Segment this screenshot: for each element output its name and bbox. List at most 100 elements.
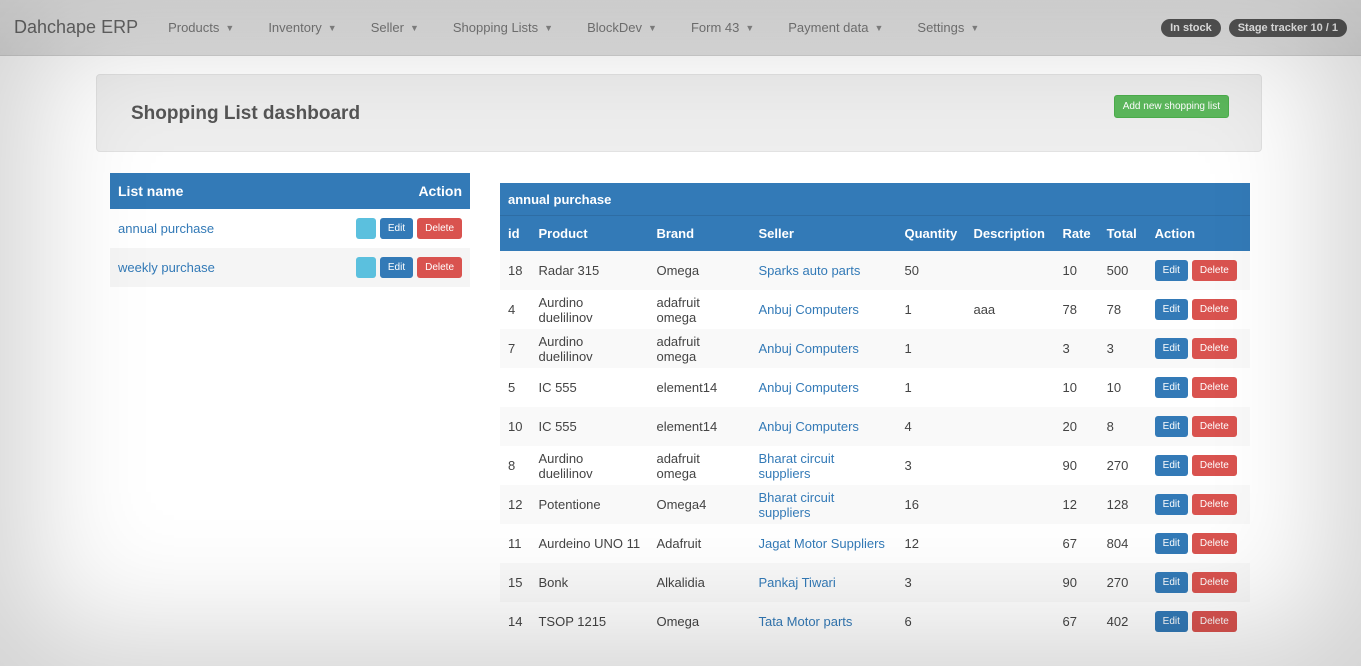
delete-button[interactable]: Delete: [1191, 455, 1237, 476]
cell-quantity: 50: [896, 251, 966, 290]
cell-seller[interactable]: Anbuj Computers: [750, 329, 897, 368]
cell-product: Aurdino duelilinov: [530, 290, 649, 329]
edit-button[interactable]: Edit: [1154, 338, 1188, 359]
table-row: 8 Aurdino duelilinov adafruit omega Bharat …: [500, 446, 1250, 485]
cell-product: Aurdino duelilinov: [530, 446, 649, 485]
cell-brand: element14: [648, 368, 751, 407]
caret-down-icon: ▼: [745, 22, 755, 33]
cell-description: [965, 485, 1055, 524]
cell-quantity: 12: [896, 524, 966, 563]
edit-button[interactable]: Edit: [379, 257, 414, 278]
cell-product: IC 555: [530, 368, 649, 407]
cell-description: [965, 368, 1055, 407]
caret-down-icon: ▼: [409, 22, 419, 33]
cell-seller[interactable]: Anbuj Computers: [750, 290, 897, 329]
delete-button[interactable]: Delete: [1191, 260, 1237, 281]
nav-form[interactable]: Form 43 ▼: [691, 20, 754, 35]
cell-total: 804: [1098, 524, 1147, 563]
cell-seller[interactable]: Tata Motor parts: [750, 602, 897, 641]
table-row: 11 Aurdeino UNO 11 Adafruit Jagat Motor Sup…: [500, 524, 1250, 563]
delete-button[interactable]: Delete: [1191, 416, 1237, 437]
lists-table-header: List name Action: [110, 173, 470, 209]
caret-down-icon: ▼: [648, 22, 657, 33]
cell-quantity: 6: [896, 602, 966, 641]
col-product: Product: [530, 216, 649, 251]
cell-brand: adafruit omega: [648, 329, 751, 368]
edit-button[interactable]: Edit: [1154, 572, 1188, 593]
col-brand: Brand: [648, 216, 751, 251]
table-row: 12 Potentione Omega4 Bharat circuit supplie…: [500, 485, 1250, 524]
table-row: 4 Aurdino duelilinov adafruit omega Anbuj C…: [500, 290, 1250, 329]
row-actions: Edit Delete: [1154, 533, 1242, 554]
edit-button[interactable]: Edit: [1154, 494, 1188, 515]
status-badge[interactable]: In stock: [1161, 18, 1221, 37]
cell-action: Edit Delete: [1146, 563, 1250, 602]
delete-button[interactable]: Delete: [1191, 611, 1237, 632]
cell-seller[interactable]: Pankaj Tiwari: [750, 563, 897, 602]
cell-quantity: 4: [896, 407, 966, 446]
delete-button[interactable]: Delete: [1191, 377, 1237, 398]
cell-seller[interactable]: Bharat circuit suppliers: [750, 446, 897, 485]
cell-total: 78: [1098, 290, 1147, 329]
cell-description: [965, 602, 1055, 641]
list-link[interactable]: annual purchase: [118, 221, 214, 236]
edit-button[interactable]: Edit: [1154, 377, 1188, 398]
edit-button[interactable]: Edit: [1154, 260, 1188, 281]
row-actions: Edit Delete: [1154, 494, 1242, 515]
add-shopping-list-button[interactable]: Add new shopping list: [1113, 95, 1229, 118]
shopping-lists-panel: List name Action annual purchase Edit De…: [110, 173, 470, 287]
cell-action: Edit Delete: [1146, 407, 1250, 446]
cell-product: TSOP 1215: [530, 602, 649, 641]
cell-seller[interactable]: Sparks auto parts: [750, 251, 897, 290]
list-items-table: id Product Brand Seller Quantity Descrip…: [500, 216, 1250, 641]
cell-product: Potentione: [530, 485, 649, 524]
nav-settings[interactable]: Settings ▼: [917, 20, 979, 35]
delete-button[interactable]: Delete: [1191, 299, 1237, 320]
cell-seller[interactable]: Bharat circuit suppliers: [750, 485, 897, 524]
brand-logo[interactable]: Dahchape ERP: [14, 17, 138, 38]
nav-products[interactable]: Products ▼: [168, 20, 234, 35]
cell-rate: 90: [1054, 563, 1099, 602]
cell-description: [965, 524, 1055, 563]
cell-rate: 10: [1054, 251, 1099, 290]
cell-quantity: 16: [896, 485, 966, 524]
delete-button[interactable]: Delete: [417, 218, 462, 239]
edit-button[interactable]: Edit: [1154, 299, 1188, 320]
delete-button[interactable]: Delete: [1191, 572, 1237, 593]
nav-seller[interactable]: Seller ▼: [371, 20, 419, 35]
view-button[interactable]: [355, 257, 376, 278]
cell-rate: 78: [1054, 290, 1099, 329]
edit-button[interactable]: Edit: [1154, 455, 1188, 476]
nav-blockdev[interactable]: BlockDev ▼: [587, 20, 657, 35]
cell-seller[interactable]: Anbuj Computers: [750, 407, 897, 446]
delete-button[interactable]: Delete: [1191, 494, 1237, 515]
cell-id: 15: [500, 563, 531, 602]
edit-button[interactable]: Edit: [379, 218, 414, 239]
list-items-panel: annual purchase id Product Brand Seller …: [500, 183, 1250, 641]
cell-seller[interactable]: Jagat Motor Suppliers: [750, 524, 897, 563]
cell-total: 128: [1098, 485, 1147, 524]
view-button[interactable]: [355, 218, 376, 239]
cell-id: 11: [500, 524, 531, 563]
nav-inventory[interactable]: Inventory ▼: [268, 20, 336, 35]
edit-button[interactable]: Edit: [1154, 416, 1188, 437]
nav-payment-data[interactable]: Payment data ▼: [788, 20, 883, 35]
delete-button[interactable]: Delete: [417, 257, 462, 278]
table-row: 10 IC 555 element14 Anbuj Computers 4 20 8 Edit…: [500, 407, 1250, 446]
edit-button[interactable]: Edit: [1154, 533, 1188, 554]
col-description: Description: [965, 216, 1055, 251]
cell-product: Aurdeino UNO 11: [530, 524, 649, 563]
row-actions: Edit Delete: [1154, 416, 1242, 437]
edit-button[interactable]: Edit: [1154, 611, 1188, 632]
cell-description: [965, 251, 1055, 290]
nav-shopping-lists[interactable]: Shopping Lists ▼: [453, 20, 553, 35]
cell-action: Edit Delete: [1146, 290, 1250, 329]
list-link[interactable]: weekly purchase: [118, 260, 215, 275]
cell-description: aaa: [965, 290, 1055, 329]
cell-seller[interactable]: Anbuj Computers: [750, 368, 897, 407]
delete-button[interactable]: Delete: [1191, 533, 1237, 554]
delete-button[interactable]: Delete: [1191, 338, 1237, 359]
table-body: 18 Radar 315 Omega Sparks auto parts 50 10 500…: [500, 251, 1250, 641]
status-badge[interactable]: Stage tracker 10 / 1: [1228, 18, 1347, 37]
cell-id: 18: [500, 251, 531, 290]
